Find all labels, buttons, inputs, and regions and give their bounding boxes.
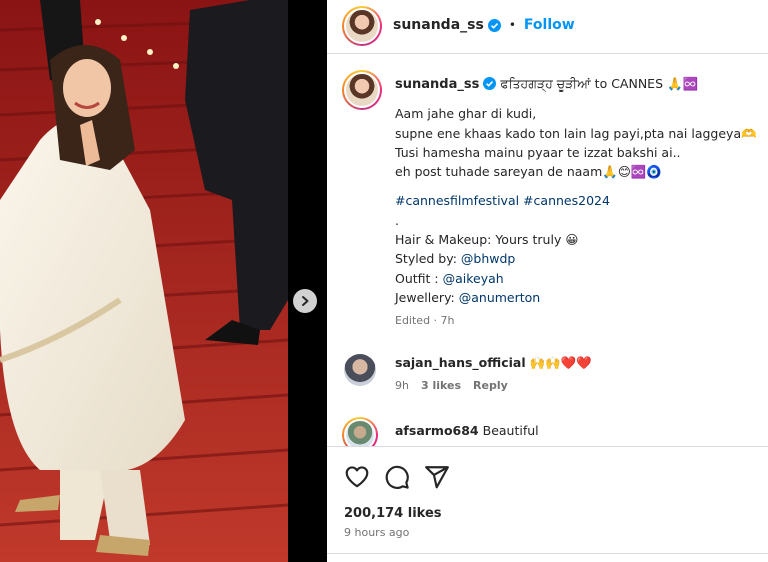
follow-button[interactable]: Follow [524,17,575,33]
credit-hair-makeup: Hair & Makeup: Yours truly 😀 [395,232,579,248]
commenter-avatar[interactable] [342,417,378,446]
chevron-right-icon [302,296,309,306]
reply-button[interactable]: Reply [473,379,508,392]
verified-badge-icon [483,77,497,90]
post-actions-bar: 200,174 likes 9 hours ago [327,446,768,562]
mention-link[interactable]: @bhwdp [461,251,515,266]
commenter-username[interactable]: afsarmo684 [395,423,479,438]
header-separator: • [508,18,516,32]
heart-icon[interactable] [344,464,370,490]
mention-link[interactable]: @anumerton [459,290,540,305]
post-header: sunanda_ss • Follow [327,0,768,54]
caption-line: Tusi hamesha mainu pyaar te izzat bakshi… [395,144,681,160]
panel-divider [327,553,768,554]
caption-line: supne ene khaas kado ton lain lag payi,p… [395,125,757,141]
photo-illustration [0,0,288,562]
credit-outfit-label: Outfit : [395,270,443,286]
caption-line: eh post tuhade sareyan de naam🙏😊♾️🧿 [395,164,662,180]
comment-age: 9h [395,379,409,392]
caption-author-avatar[interactable] [342,70,382,110]
comments-scroll-area[interactable]: sunanda_ss ਫਤਿਹਗੜ੍ਹ ਚੂੜੀਆਂ to CANNES 🙏♾️ … [327,55,768,446]
credit-jewellery-label: Jewellery: [395,289,459,305]
comment-text: 🙌🙌❤️❤️ [529,355,592,370]
credit-outfit: Outfit : @aikeyah [395,269,760,288]
author-avatar[interactable] [342,6,382,46]
comment-likes[interactable]: 3 likes [421,379,461,392]
mention-link[interactable]: @aikeyah [443,271,504,286]
photo-letterbox [288,0,327,562]
caption-edited-time: Edited · 7h [395,314,455,328]
comment-icon[interactable] [384,464,410,490]
next-photo-button[interactable] [293,289,317,313]
comment-item: sajan_hans_official 🙌🙌❤️❤️ 9h 3 likes Rep… [327,352,768,412]
caption-title: ਫਤਿਹਗੜ੍ਹ ਚੂੜੀਆਂ to CANNES 🙏♾️ [500,76,699,91]
caption-line: Aam jahe ghar di kudi, [395,106,537,122]
send-icon[interactable] [424,464,450,490]
comment-text: Beautiful [482,423,539,438]
caption-dot: . [395,212,399,228]
credit-styled: Styled by: @bhwdp [395,249,760,268]
caption-hashtags[interactable]: #cannesfilmfestival #cannes2024 [395,191,760,210]
post-side-panel: sunanda_ss • Follow sunanda_ss ਫਤਿਹਗੜ੍ਹ ਚ… [327,0,768,562]
post-timestamp[interactable]: 9 hours ago [344,526,409,539]
post-caption: sunanda_ss ਫਤਿਹਗੜ੍ਹ ਚੂੜੀਆਂ to CANNES 🙏♾️ … [395,74,760,331]
credit-jewellery: Jewellery: @anumerton [395,288,760,307]
author-username[interactable]: sunanda_ss [393,17,484,33]
commenter-avatar[interactable] [344,354,376,386]
credit-styled-label: Styled by: [395,251,461,267]
like-count[interactable]: 200,174 likes [344,506,442,521]
comment-item: afsarmo684 Beautiful [327,417,768,446]
verified-badge-icon [487,18,501,32]
caption-username[interactable]: sunanda_ss [395,77,479,92]
post-photo[interactable] [0,0,288,562]
commenter-username[interactable]: sajan_hans_official [395,355,526,370]
